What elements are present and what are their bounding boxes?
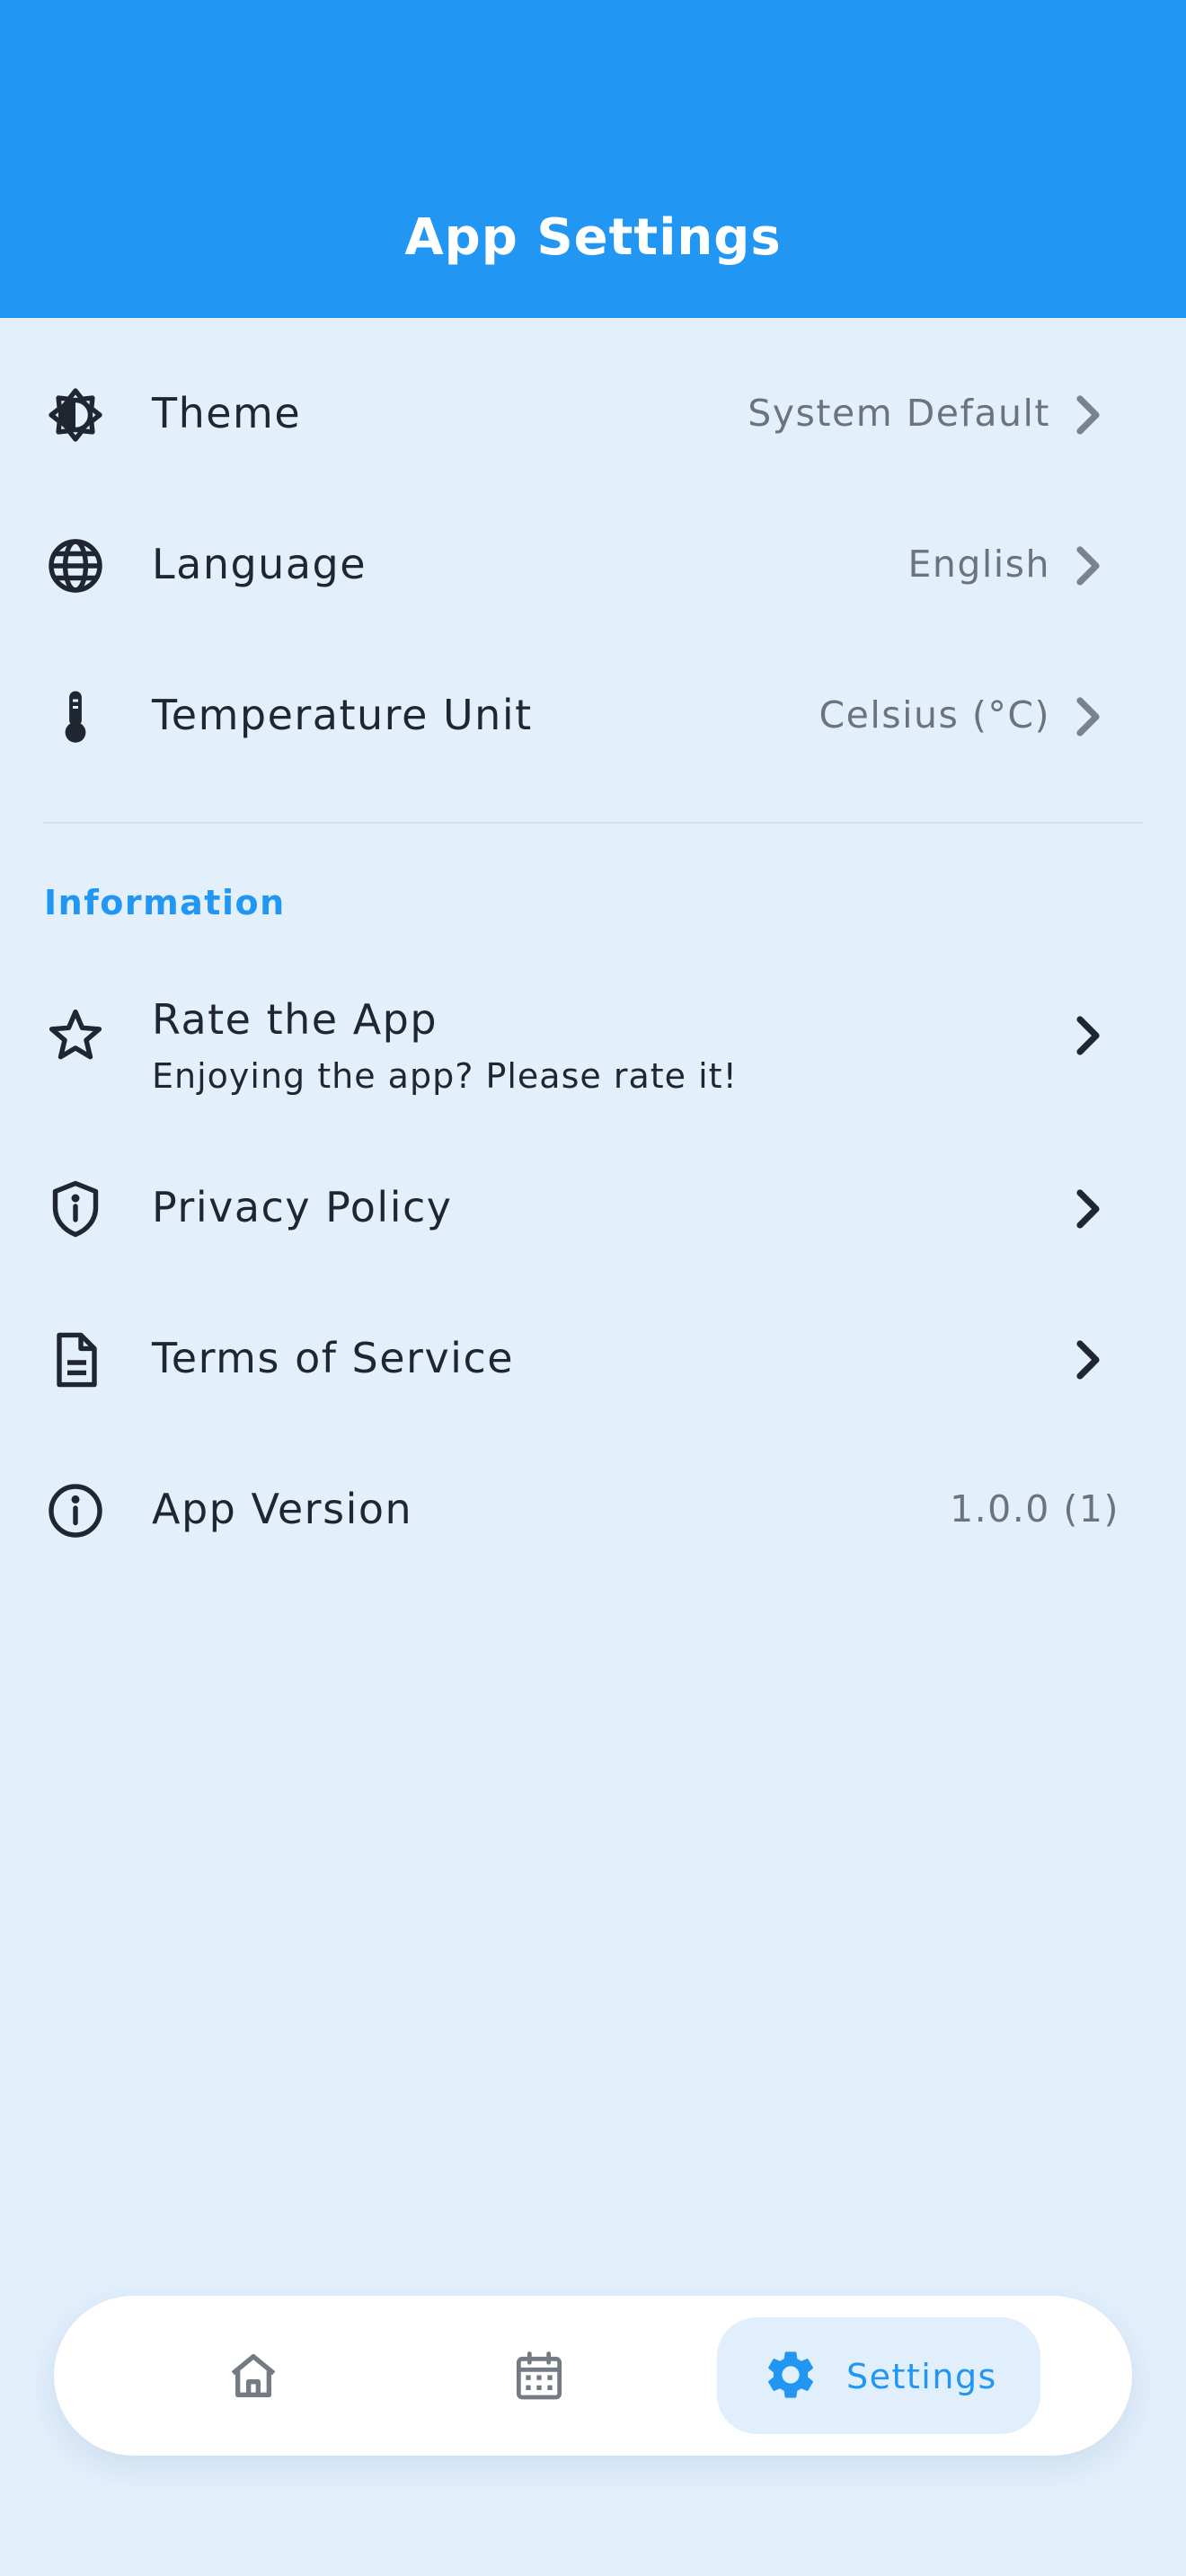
gear-icon bbox=[762, 2346, 819, 2404]
shield-icon bbox=[43, 1177, 108, 1241]
chevron-right-icon bbox=[1069, 393, 1107, 437]
info-icon bbox=[43, 1478, 108, 1543]
chevron-right-icon bbox=[1069, 1338, 1107, 1381]
theme-row[interactable]: Theme System Default bbox=[0, 348, 1186, 482]
chevron-right-icon bbox=[1069, 1014, 1107, 1057]
theme-icon bbox=[43, 383, 108, 447]
app-version-label: App Version bbox=[152, 1485, 413, 1533]
nav-settings-button[interactable]: Settings bbox=[717, 2317, 1040, 2434]
rate-app-row[interactable]: Rate the App Enjoying the app? Please ra… bbox=[0, 968, 1186, 1103]
globe-icon bbox=[43, 534, 108, 598]
section-divider bbox=[43, 822, 1143, 824]
language-label: Language bbox=[152, 540, 367, 588]
chevron-right-icon bbox=[1069, 544, 1107, 587]
home-icon bbox=[225, 2347, 282, 2404]
terms-of-service-row[interactable]: Terms of Service bbox=[0, 1292, 1186, 1427]
document-icon bbox=[43, 1328, 108, 1392]
language-value: English bbox=[907, 543, 1050, 586]
thermometer-icon bbox=[43, 684, 108, 749]
app-version-value: 1.0.0 (1) bbox=[950, 1487, 1120, 1531]
temperature-unit-label: Temperature Unit bbox=[152, 691, 533, 739]
calendar-icon bbox=[510, 2347, 568, 2404]
bottom-navigation: Settings bbox=[54, 2296, 1132, 2456]
app-bar: App Settings bbox=[0, 0, 1186, 318]
temperature-unit-value: Celsius (°C) bbox=[819, 693, 1050, 737]
language-row[interactable]: Language English bbox=[0, 498, 1186, 633]
theme-label: Theme bbox=[152, 389, 302, 437]
nav-calendar-button[interactable] bbox=[449, 2296, 629, 2456]
chevron-right-icon bbox=[1069, 1187, 1107, 1231]
rate-app-sublabel: Enjoying the app? Please rate it! bbox=[152, 1056, 738, 1096]
app-version-row: App Version 1.0.0 (1) bbox=[0, 1443, 1186, 1578]
rate-app-label: Rate the App bbox=[152, 995, 438, 1044]
privacy-policy-label: Privacy Policy bbox=[152, 1183, 453, 1231]
star-icon bbox=[43, 1003, 108, 1068]
information-section-header: Information bbox=[44, 883, 286, 922]
privacy-policy-row[interactable]: Privacy Policy bbox=[0, 1142, 1186, 1276]
terms-of-service-label: Terms of Service bbox=[152, 1334, 515, 1382]
theme-value: System Default bbox=[748, 392, 1050, 435]
page-title: App Settings bbox=[404, 208, 782, 267]
nav-settings-label: Settings bbox=[846, 2357, 997, 2396]
nav-home-button[interactable] bbox=[180, 2296, 359, 2456]
temperature-unit-row[interactable]: Temperature Unit Celsius (°C) bbox=[0, 649, 1186, 784]
chevron-right-icon bbox=[1069, 695, 1107, 738]
